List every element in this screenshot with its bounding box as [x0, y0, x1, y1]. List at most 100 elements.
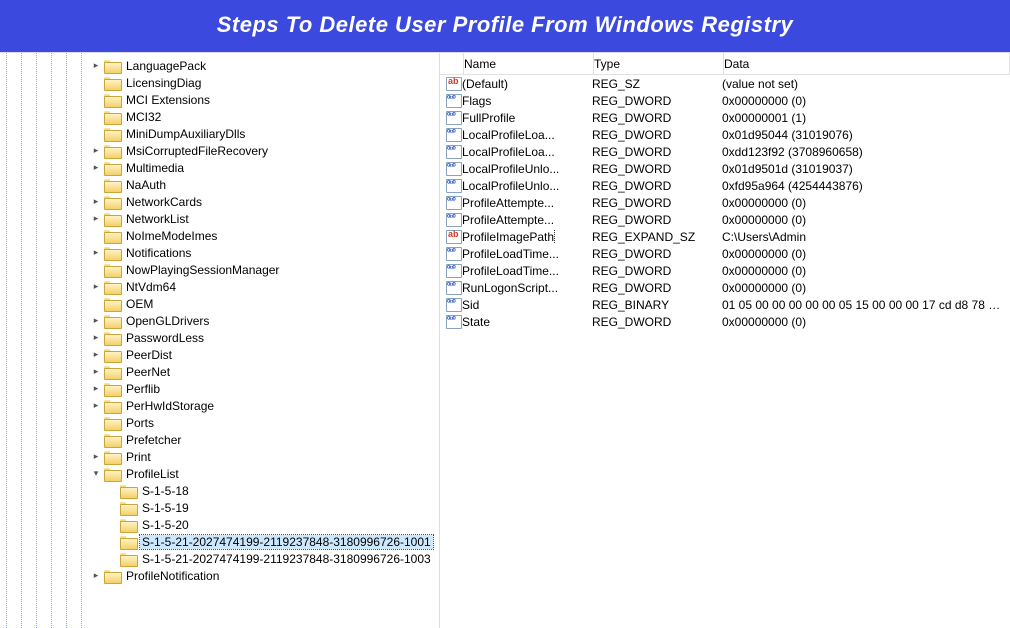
dword-value-icon: [446, 128, 462, 142]
folder-icon: [104, 59, 120, 72]
tree-item[interactable]: ▸LanguagePack: [90, 57, 435, 74]
tree-item[interactable]: ▸Multimedia: [90, 159, 435, 176]
tree-item[interactable]: ▸MsiCorruptedFileRecovery: [90, 142, 435, 159]
value-row[interactable]: (Default)REG_SZ(value not set): [440, 75, 1010, 92]
tree-ancestor-guides: [0, 53, 96, 628]
tree-item[interactable]: ▸NaAuth: [90, 176, 435, 193]
value-name: ProfileImagePath: [462, 230, 592, 244]
tree-item[interactable]: ▸LicensingDiag: [90, 74, 435, 91]
tree-item[interactable]: ▸MCI Extensions: [90, 91, 435, 108]
value-row[interactable]: LocalProfileUnlo...REG_DWORD0xfd95a964 (…: [440, 177, 1010, 194]
column-header-type[interactable]: Type: [594, 53, 724, 74]
dword-value-icon: [446, 264, 462, 278]
folder-icon: [120, 552, 136, 565]
tree-item-label: Prefetcher: [124, 433, 183, 447]
tree-item[interactable]: ▸Prefetcher: [90, 431, 435, 448]
tree-item-label: NoImeModeImes: [124, 229, 219, 243]
tree-item[interactable]: ▸Print: [90, 448, 435, 465]
tree-item[interactable]: ▸S-1-5-21-2027474199-2119237848-31809967…: [90, 550, 435, 567]
tree-item[interactable]: ▸S-1-5-21-2027474199-2119237848-31809967…: [90, 533, 435, 550]
tree-item[interactable]: ▸NoImeModeImes: [90, 227, 435, 244]
value-type: REG_SZ: [592, 77, 722, 91]
registry-values-panel[interactable]: Name Type Data (Default)REG_SZ(value not…: [440, 53, 1010, 628]
tree-item[interactable]: ▸S-1-5-18: [90, 482, 435, 499]
value-row[interactable]: LocalProfileLoa...REG_DWORD0xdd123f92 (3…: [440, 143, 1010, 160]
tree-item[interactable]: ▸OEM: [90, 295, 435, 312]
tree-item[interactable]: ▸NowPlayingSessionManager: [90, 261, 435, 278]
tree-item[interactable]: ▸NtVdm64: [90, 278, 435, 295]
tree-item-label: NowPlayingSessionManager: [124, 263, 281, 277]
column-header-name[interactable]: Name: [464, 53, 594, 74]
dword-value-icon: [446, 213, 462, 227]
tree-item-label: ProfileList: [124, 467, 181, 481]
value-row[interactable]: ProfileAttempte...REG_DWORD0x00000000 (0…: [440, 194, 1010, 211]
tree-item[interactable]: ▸NetworkCards: [90, 193, 435, 210]
value-row[interactable]: ProfileLoadTime...REG_DWORD0x00000000 (0…: [440, 262, 1010, 279]
value-row[interactable]: ProfileAttempte...REG_DWORD0x00000000 (0…: [440, 211, 1010, 228]
value-row[interactable]: LocalProfileLoa...REG_DWORD0x01d95044 (3…: [440, 126, 1010, 143]
value-data: 0x00000000 (0): [722, 281, 1010, 295]
tree-item[interactable]: ▸PasswordLess: [90, 329, 435, 346]
tree-item[interactable]: ▸Ports: [90, 414, 435, 431]
value-name: ProfileLoadTime...: [462, 264, 592, 278]
tree-item[interactable]: ▸PerHwIdStorage: [90, 397, 435, 414]
value-type: REG_DWORD: [592, 264, 722, 278]
tree-item[interactable]: ▸ProfileNotification: [90, 567, 435, 584]
folder-icon: [120, 535, 136, 548]
value-type: REG_DWORD: [592, 247, 722, 261]
value-row[interactable]: StateREG_DWORD0x00000000 (0): [440, 313, 1010, 330]
value-row[interactable]: ProfileImagePathREG_EXPAND_SZC:\Users\Ad…: [440, 228, 1010, 245]
value-row[interactable]: SidREG_BINARY01 05 00 00 00 00 00 05 15 …: [440, 296, 1010, 313]
column-header-data[interactable]: Data: [724, 53, 1010, 74]
value-row[interactable]: FullProfileREG_DWORD0x00000001 (1): [440, 109, 1010, 126]
value-row[interactable]: RunLogonScript...REG_DWORD0x00000000 (0): [440, 279, 1010, 296]
value-data: 0x00000000 (0): [722, 94, 1010, 108]
registry-tree-panel[interactable]: ▸LanguagePack▸LicensingDiag▸MCI Extensio…: [0, 53, 440, 628]
tree-item[interactable]: ▸S-1-5-19: [90, 499, 435, 516]
folder-icon: [104, 110, 120, 123]
tree-item-label: MCI Extensions: [124, 93, 212, 107]
folder-icon: [104, 280, 120, 293]
folder-icon: [104, 263, 120, 276]
tree-item-label: PeerDist: [124, 348, 174, 362]
folder-icon: [120, 484, 136, 497]
value-type: REG_EXPAND_SZ: [592, 230, 722, 244]
tree-item-label: OpenGLDrivers: [124, 314, 211, 328]
tree-item[interactable]: ▸PeerDist: [90, 346, 435, 363]
tree-item[interactable]: ▸Notifications: [90, 244, 435, 261]
value-row[interactable]: LocalProfileUnlo...REG_DWORD0x01d9501d (…: [440, 160, 1010, 177]
tree-item[interactable]: ▸Perflib: [90, 380, 435, 397]
tree-item-label: ProfileNotification: [124, 569, 221, 583]
tree-item-label: NetworkCards: [124, 195, 204, 209]
tree-item-label: Notifications: [124, 246, 193, 260]
value-name: LocalProfileLoa...: [462, 145, 592, 159]
tree-item-label: Print: [124, 450, 153, 464]
tree-item[interactable]: ▸S-1-5-20: [90, 516, 435, 533]
tree-item-label: S-1-5-18: [140, 484, 191, 498]
tree-item[interactable]: ▾ProfileList: [90, 465, 435, 482]
dword-value-icon: [446, 94, 462, 108]
tree-item[interactable]: ▸MiniDumpAuxiliaryDlls: [90, 125, 435, 142]
folder-icon: [104, 297, 120, 310]
values-header[interactable]: Name Type Data: [440, 53, 1010, 75]
tree-item[interactable]: ▸MCI32: [90, 108, 435, 125]
tree-item-label: NaAuth: [124, 178, 168, 192]
tree-item[interactable]: ▸PeerNet: [90, 363, 435, 380]
tree-item-label: PasswordLess: [124, 331, 206, 345]
value-name: (Default): [462, 77, 592, 91]
value-row[interactable]: FlagsREG_DWORD0x00000000 (0): [440, 92, 1010, 109]
value-data: 0xdd123f92 (3708960658): [722, 145, 1010, 159]
tree-item[interactable]: ▸OpenGLDrivers: [90, 312, 435, 329]
tree-item-label: LicensingDiag: [124, 76, 203, 90]
value-row[interactable]: ProfileLoadTime...REG_DWORD0x00000000 (0…: [440, 245, 1010, 262]
tree-item-label: Multimedia: [124, 161, 186, 175]
value-name: LocalProfileUnlo...: [462, 179, 592, 193]
folder-icon: [104, 229, 120, 242]
tree-item[interactable]: ▸NetworkList: [90, 210, 435, 227]
dword-value-icon: [446, 179, 462, 193]
value-type: REG_DWORD: [592, 128, 722, 142]
value-data: 01 05 00 00 00 00 00 05 15 00 00 00 17 c…: [722, 298, 1010, 312]
registry-tree[interactable]: ▸LanguagePack▸LicensingDiag▸MCI Extensio…: [90, 57, 439, 584]
values-list[interactable]: (Default)REG_SZ(value not set)FlagsREG_D…: [440, 75, 1010, 330]
folder-icon: [104, 195, 120, 208]
